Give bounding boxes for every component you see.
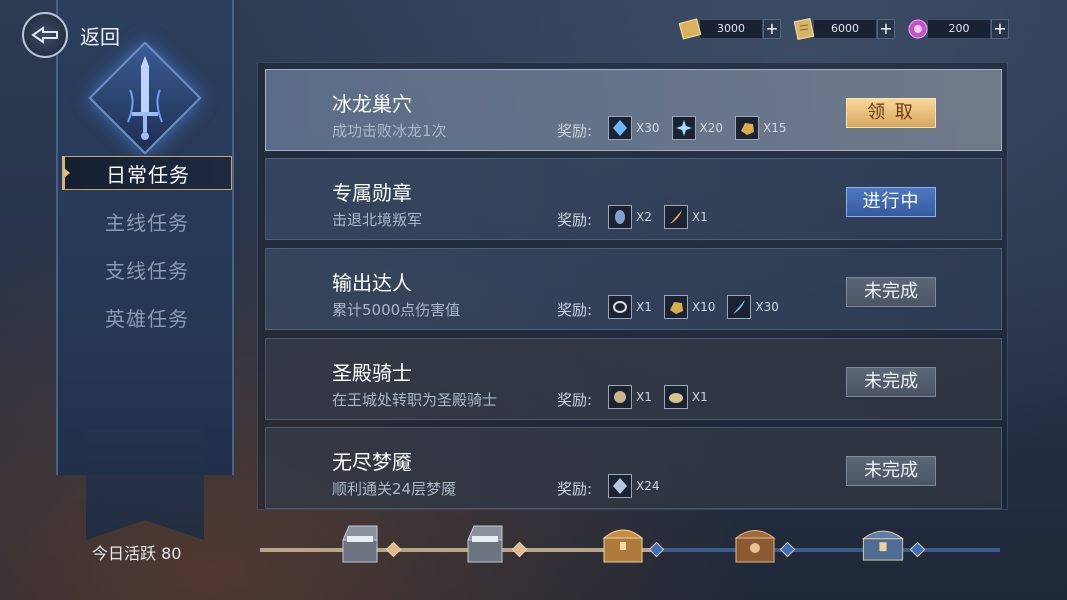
currency-value: 3000 bbox=[699, 19, 763, 39]
reward-list: X30 X20 X15 bbox=[608, 116, 787, 140]
reward-label: 奖励: bbox=[557, 211, 593, 229]
tab-main-tasks[interactable]: 主线任务 bbox=[62, 197, 232, 245]
reward-item[interactable]: X1 bbox=[663, 385, 708, 409]
gold-ore-icon bbox=[735, 116, 759, 140]
quest-description: 累计5000点伤害值 bbox=[332, 301, 461, 319]
blue-crystal-icon bbox=[608, 116, 632, 140]
currency-bar: 3000 + 6000 + 200 + bbox=[677, 17, 1009, 41]
reward-item[interactable]: X1 bbox=[608, 385, 652, 409]
milestone-node bbox=[511, 541, 528, 558]
reward-quantity: X1 bbox=[691, 210, 708, 224]
reward-label: 奖励: bbox=[557, 122, 593, 140]
add-currency-button[interactable]: + bbox=[877, 19, 895, 39]
reward-label: 奖励: bbox=[557, 480, 593, 498]
reward-quantity: X20 bbox=[699, 121, 724, 135]
back-button[interactable]: 返回 bbox=[22, 12, 120, 58]
reward-label: 奖励: bbox=[557, 391, 593, 409]
silver-chest-open-icon[interactable] bbox=[335, 520, 385, 568]
reward-item[interactable]: X1 bbox=[663, 205, 708, 229]
quest-item: 冰龙巢穴 成功击败冰龙1次 奖励: X30 X20 X15 领 取 bbox=[265, 69, 1002, 151]
tab-daily-tasks[interactable]: 日常任务 bbox=[62, 156, 232, 190]
milestone-node bbox=[779, 541, 796, 558]
reward-quantity: X10 bbox=[691, 300, 716, 314]
silver-chest-open-icon[interactable] bbox=[460, 520, 510, 568]
sidebar-banner-tail bbox=[86, 430, 204, 540]
gold-feather-icon bbox=[663, 205, 688, 229]
tab-side-tasks[interactable]: 支线任务 bbox=[62, 245, 232, 293]
in-progress-button[interactable]: 进行中 bbox=[846, 187, 936, 217]
incomplete-button[interactable]: 未完成 bbox=[846, 367, 936, 397]
sword-emblem-icon bbox=[127, 56, 163, 140]
quest-description: 顺利通关24层梦魇 bbox=[332, 480, 457, 498]
gold-ore-icon bbox=[663, 295, 688, 319]
ice-shard-icon bbox=[671, 116, 696, 140]
reward-list: X1 X1 bbox=[608, 385, 708, 409]
task-category-nav: 日常任务 主线任务 支线任务 英雄任务 bbox=[62, 156, 232, 341]
back-label: 返回 bbox=[80, 24, 120, 49]
quest-item: 专属勋章 击退北境叛军 奖励: X2 X1 进行中 bbox=[265, 158, 1002, 240]
quest-title: 无尽梦魇 bbox=[332, 450, 412, 474]
incomplete-button[interactable]: 未完成 bbox=[846, 277, 936, 307]
ornate-chest-icon[interactable] bbox=[858, 520, 908, 568]
reward-quantity: X30 bbox=[636, 121, 660, 135]
reward-list: X24 bbox=[608, 474, 660, 498]
reward-item[interactable]: X30 bbox=[727, 295, 779, 319]
quest-description: 成功击败冰龙1次 bbox=[332, 122, 447, 140]
gold-ticket-icon bbox=[678, 18, 702, 40]
reward-quantity: X15 bbox=[763, 121, 787, 135]
quest-description: 击退北境叛军 bbox=[332, 211, 423, 229]
quest-title: 专属勋章 bbox=[332, 181, 412, 205]
blue-feather-icon bbox=[727, 295, 752, 319]
silver-ring-icon bbox=[608, 295, 632, 319]
blue-rune-icon bbox=[608, 205, 632, 229]
reward-quantity: X24 bbox=[636, 479, 660, 493]
quest-title: 冰龙巢穴 bbox=[332, 92, 412, 116]
back-arrow-icon bbox=[22, 12, 68, 58]
purple-gem-icon bbox=[908, 19, 928, 39]
armor-badge-icon bbox=[608, 385, 632, 409]
incomplete-button[interactable]: 未完成 bbox=[846, 456, 936, 486]
quest-list[interactable]: 冰龙巢穴 成功击败冰龙1次 奖励: X30 X20 X15 领 取 专属勋章 击… bbox=[257, 62, 1008, 510]
claim-button[interactable]: 领 取 bbox=[846, 98, 936, 128]
milestone-node bbox=[648, 541, 665, 558]
reward-quantity: X1 bbox=[636, 390, 652, 404]
currency-gold-scroll: 6000 + bbox=[791, 17, 895, 41]
activity-progress-fill bbox=[260, 548, 653, 552]
currency-purple-gem: 200 + bbox=[905, 18, 1009, 40]
reward-label: 奖励: bbox=[557, 301, 593, 319]
milestone-node bbox=[909, 541, 926, 558]
currency-value: 6000 bbox=[813, 19, 877, 39]
reward-item[interactable]: X1 bbox=[608, 295, 652, 319]
gold-scroll-icon bbox=[793, 17, 815, 41]
silver-crystal-icon bbox=[608, 474, 632, 498]
reward-item[interactable]: X2 bbox=[608, 205, 652, 229]
reward-item[interactable]: X15 bbox=[735, 116, 787, 140]
quest-item: 无尽梦魇 顺利通关24层梦魇 奖励: X24 未完成 bbox=[265, 427, 1002, 509]
tab-hero-tasks[interactable]: 英雄任务 bbox=[62, 293, 232, 341]
gold-chest-icon[interactable] bbox=[598, 520, 648, 568]
reward-quantity: X1 bbox=[691, 390, 708, 404]
daily-activity-label: 今日活跃 80 bbox=[92, 544, 182, 563]
reward-quantity: X2 bbox=[636, 210, 652, 224]
add-currency-button[interactable]: + bbox=[991, 19, 1009, 39]
reward-quantity: X1 bbox=[636, 300, 652, 314]
currency-gold-ticket: 3000 + bbox=[677, 18, 781, 40]
currency-value: 200 bbox=[927, 19, 991, 39]
reward-item[interactable]: X30 bbox=[608, 116, 660, 140]
reward-list: X2 X1 bbox=[608, 205, 708, 229]
reward-item[interactable]: X10 bbox=[663, 295, 716, 319]
quest-item: 圣殿骑士 在王城处转职为圣殿骑士 奖励: X1 X1 未完成 bbox=[265, 338, 1002, 420]
quest-title: 输出达人 bbox=[332, 271, 412, 295]
quest-item: 输出达人 累计5000点伤害值 奖励: X1 X10 X30 未完成 bbox=[265, 248, 1002, 330]
quest-description: 在王城处转职为圣殿骑士 bbox=[332, 391, 498, 409]
quest-title: 圣殿骑士 bbox=[332, 361, 412, 385]
reward-quantity: X30 bbox=[755, 300, 779, 314]
bronze-chest-icon[interactable] bbox=[730, 520, 780, 568]
add-currency-button[interactable]: + bbox=[763, 19, 781, 39]
reward-item[interactable]: X20 bbox=[671, 116, 724, 140]
reward-list: X1 X10 X30 bbox=[608, 295, 779, 319]
reward-item[interactable]: X24 bbox=[608, 474, 660, 498]
gold-coin-icon bbox=[663, 385, 688, 409]
milestone-node bbox=[385, 541, 402, 558]
